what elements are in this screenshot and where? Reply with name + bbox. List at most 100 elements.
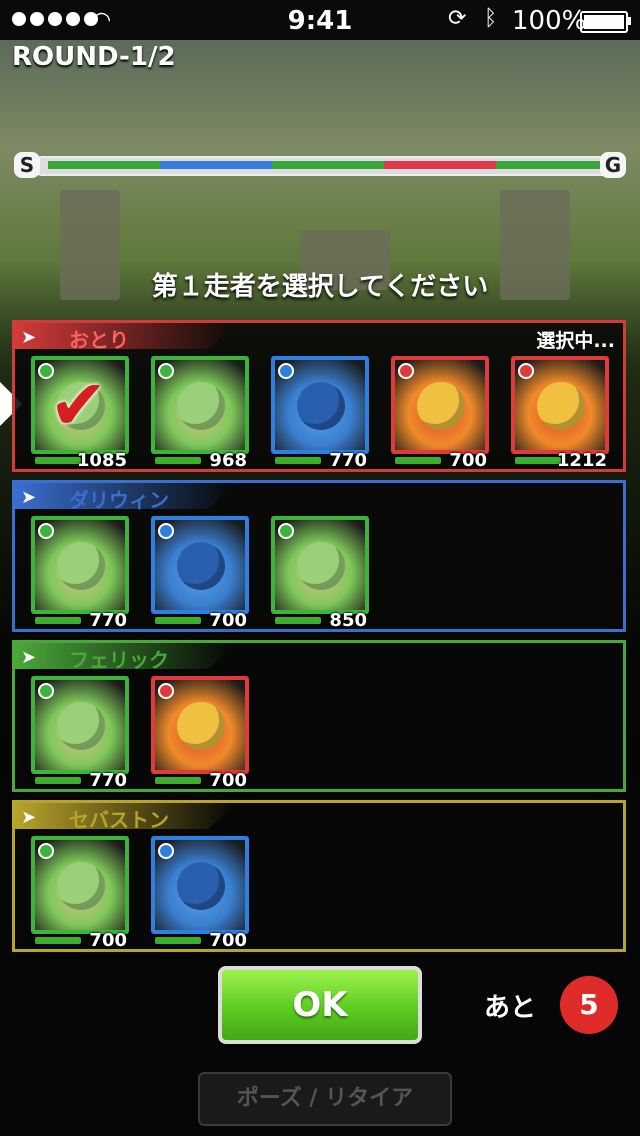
wood-element-icon	[38, 843, 54, 859]
selecting-status: 選択中...	[536, 330, 615, 352]
monster-portrait	[271, 356, 369, 454]
team-arrow-icon: ➤	[21, 327, 37, 348]
monster-hp: 968	[209, 450, 247, 471]
monster-hp: 1085	[76, 450, 127, 471]
round-label: ROUND-1/2	[12, 42, 176, 72]
team-panel[interactable]: ➤ セバストン 700 700	[12, 800, 626, 952]
monster-art	[537, 382, 585, 430]
hp-bar	[155, 937, 201, 944]
monster-portrait	[151, 356, 249, 454]
wood-element-icon	[278, 523, 294, 539]
monster-art	[417, 382, 465, 430]
monster-card[interactable]: 1212	[511, 356, 609, 474]
monster-card[interactable]: 770	[31, 516, 129, 634]
status-bar: ◠ 9:41 ⟳ ᛒ 100%	[0, 0, 640, 40]
team-name: おとり	[69, 328, 129, 352]
monster-portrait	[31, 516, 129, 614]
monster-card[interactable]: 700	[151, 676, 249, 794]
monster-hp: 700	[209, 610, 247, 631]
fire-element-icon	[158, 683, 174, 699]
start-marker: S	[14, 152, 40, 178]
ok-button[interactable]: OK	[218, 966, 422, 1044]
monster-hp: 1212	[556, 450, 607, 471]
monster-art	[297, 382, 345, 430]
hp-bar	[35, 457, 81, 464]
hp-bar	[275, 617, 321, 624]
goal-marker: G	[600, 152, 626, 178]
monster-art	[177, 702, 225, 750]
monster-card[interactable]: 850	[271, 516, 369, 634]
hp-bar	[155, 777, 201, 784]
hp-bar	[35, 617, 81, 624]
team-name: セバストン	[69, 808, 169, 832]
team-name: ダリウィン	[69, 488, 169, 512]
remaining-count-badge: 5	[560, 976, 618, 1034]
monster-hp: 700	[209, 930, 247, 951]
monster-card[interactable]: 700	[151, 836, 249, 954]
fire-element-icon	[518, 363, 534, 379]
pause-retire-button[interactable]: ポーズ / リタイア	[198, 1072, 452, 1126]
team-panel[interactable]: ➤ ダリウィン 770 700 850	[12, 480, 626, 632]
monster-hp: 700	[449, 450, 487, 471]
monster-hp: 770	[89, 610, 127, 631]
monster-card[interactable]: ✔ 1085	[31, 356, 129, 474]
rotation-lock-icon: ⟳	[448, 6, 467, 31]
monster-hp: 770	[89, 770, 127, 791]
water-element-icon	[158, 523, 174, 539]
battery-percent: 100%	[512, 6, 587, 36]
team-arrow-icon: ➤	[21, 807, 37, 828]
monster-portrait	[271, 516, 369, 614]
monster-art	[177, 542, 225, 590]
battery-icon	[580, 11, 628, 33]
monster-portrait	[151, 676, 249, 774]
monster-card[interactable]: 700	[151, 516, 249, 634]
monster-art	[57, 702, 105, 750]
team-panel[interactable]: ➤ フェリック 770 700	[12, 640, 626, 792]
team-arrow-icon: ➤	[21, 487, 37, 508]
monster-hp: 700	[89, 930, 127, 951]
monster-art	[177, 862, 225, 910]
race-progress-track: S G	[14, 152, 626, 178]
team-panel[interactable]: ➤ おとり 選択中... ✔ 1085 968 770 700 1212	[12, 320, 626, 472]
monster-portrait	[391, 356, 489, 454]
remaining-label: あと	[484, 993, 537, 1023]
monster-card[interactable]: 968	[151, 356, 249, 474]
hp-bar	[155, 457, 201, 464]
track-segment	[384, 161, 497, 169]
hp-bar	[155, 617, 201, 624]
monster-portrait	[151, 836, 249, 934]
wood-element-icon	[38, 683, 54, 699]
wood-element-icon	[158, 363, 174, 379]
monster-card[interactable]: 770	[31, 676, 129, 794]
track-segment	[160, 161, 273, 169]
water-element-icon	[158, 843, 174, 859]
hp-bar	[395, 457, 441, 464]
monster-card[interactable]: 700	[31, 836, 129, 954]
monster-hp: 700	[209, 770, 247, 791]
hp-bar	[515, 457, 561, 464]
page-title: 第１走者を選択してください	[151, 272, 489, 302]
monster-portrait	[31, 676, 129, 774]
monster-art	[57, 542, 105, 590]
team-arrow-icon: ➤	[21, 647, 37, 668]
track-segment	[272, 161, 385, 169]
team-name: フェリック	[69, 648, 169, 672]
checkmark-icon: ✔	[49, 364, 108, 446]
monster-portrait: ✔	[31, 356, 129, 454]
wood-element-icon	[38, 523, 54, 539]
hp-bar	[275, 457, 321, 464]
monster-card[interactable]: 700	[391, 356, 489, 474]
fire-element-icon	[398, 363, 414, 379]
hp-bar	[35, 937, 81, 944]
hp-bar	[35, 777, 81, 784]
water-element-icon	[278, 363, 294, 379]
monster-art	[297, 542, 345, 590]
monster-hp: 850	[329, 610, 367, 631]
monster-card[interactable]: 770	[271, 356, 369, 474]
monster-hp: 770	[329, 450, 367, 471]
monster-art	[57, 862, 105, 910]
bluetooth-icon: ᛒ	[484, 6, 498, 31]
track-segment	[48, 161, 161, 169]
monster-portrait	[511, 356, 609, 454]
monster-portrait	[151, 516, 249, 614]
